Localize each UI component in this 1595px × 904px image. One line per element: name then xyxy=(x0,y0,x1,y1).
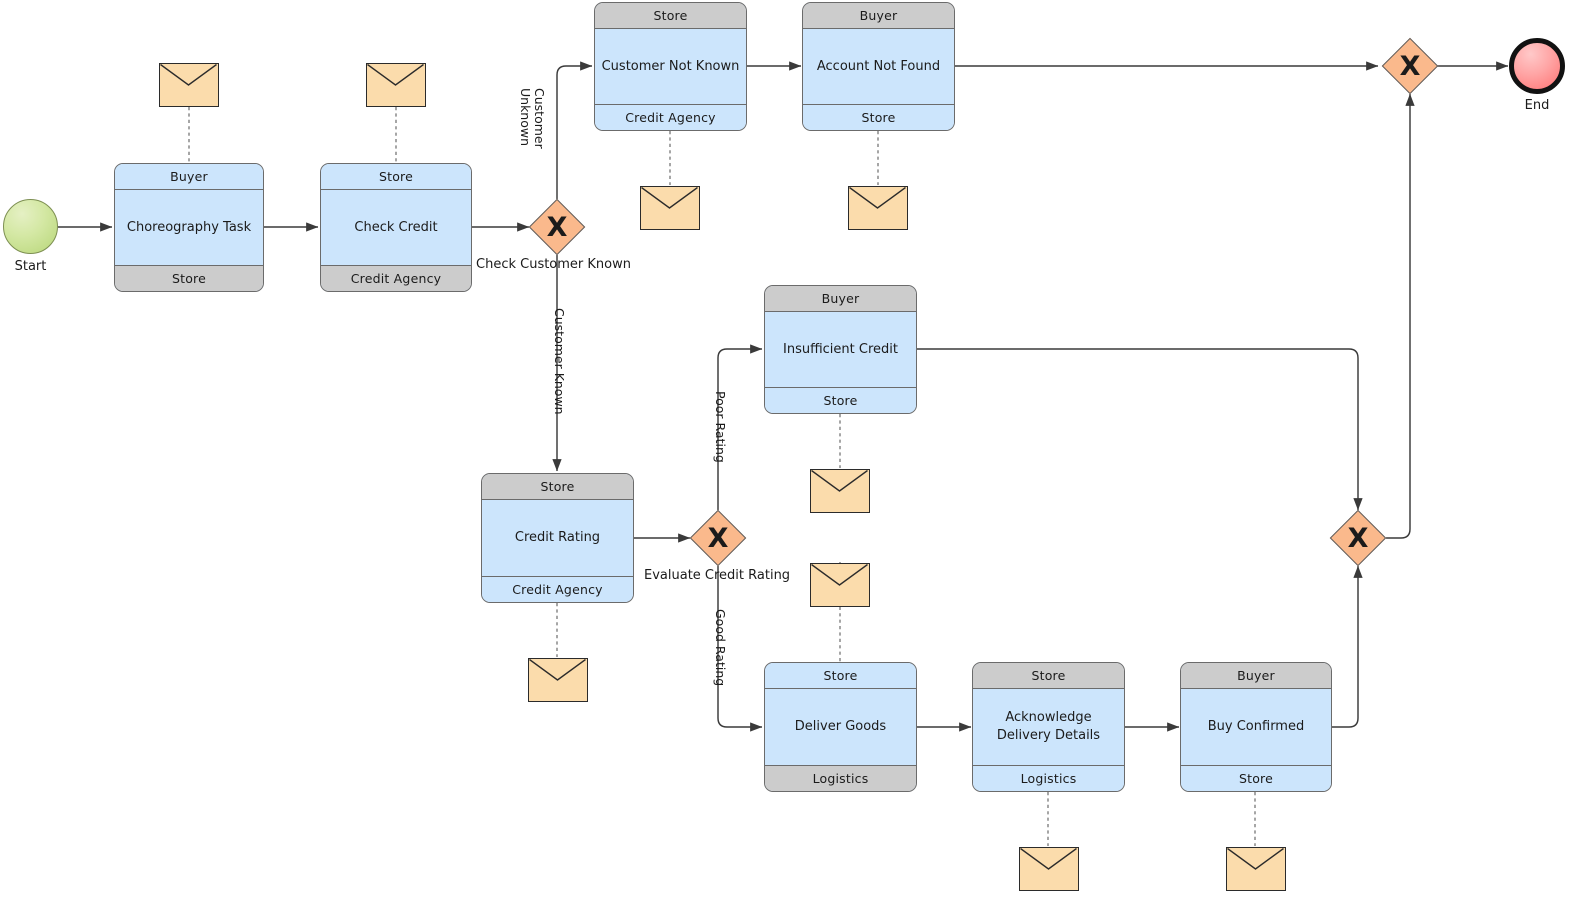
task-participant-band: Store xyxy=(765,387,916,413)
message-envelope-icon xyxy=(1019,847,1079,891)
task-name: Acknowledge Delivery Details xyxy=(973,689,1124,765)
task-initiator-band: Buyer xyxy=(115,164,263,190)
end-event-label: End xyxy=(1524,98,1550,113)
gateway-check-customer-known-label: Check Customer Known xyxy=(476,257,631,272)
flow-label-customer-known: Customer Known xyxy=(552,308,567,415)
task-initiator-band: Buyer xyxy=(1181,663,1331,689)
choreography-task-insufficient-credit[interactable]: Buyer Insufficient Credit Store xyxy=(764,285,917,414)
task-initiator-band: Store xyxy=(482,474,633,500)
message-envelope-icon xyxy=(848,186,908,230)
task-participant-band: Store xyxy=(803,104,954,130)
task-name: Buy Confirmed xyxy=(1181,689,1331,765)
choreography-task-check-credit[interactable]: Store Check Credit Credit Agency xyxy=(320,163,472,292)
gateway-merge-lower[interactable]: X xyxy=(1329,509,1387,567)
flow-label-good-rating: Good Rating xyxy=(713,609,728,687)
end-event[interactable] xyxy=(1509,38,1565,94)
task-initiator-band: Store xyxy=(973,663,1124,689)
message-envelope-icon xyxy=(810,563,870,607)
gateway-evaluate-credit-rating-label: Evaluate Credit Rating xyxy=(644,568,791,583)
choreography-task-customer-not-known[interactable]: Store Customer Not Known Credit Agency xyxy=(594,2,747,131)
choreography-task-buy-confirmed[interactable]: Buyer Buy Confirmed Store xyxy=(1180,662,1332,792)
start-event-label: Start xyxy=(14,259,47,274)
message-envelope-icon xyxy=(528,658,588,702)
message-envelope-icon xyxy=(159,63,219,107)
task-name: Check Credit xyxy=(321,190,471,265)
task-participant-band: Logistics xyxy=(973,765,1124,791)
gateway-merge-upper[interactable]: X xyxy=(1381,37,1439,95)
task-participant-band: Store xyxy=(115,265,263,291)
exclusive-gateway-x-icon: X xyxy=(1347,522,1369,554)
choreography-task-choreography-task[interactable]: Buyer Choreography Task Store xyxy=(114,163,264,292)
gateway-check-customer-known[interactable]: X xyxy=(528,198,586,256)
task-name: Account Not Found xyxy=(803,29,954,104)
task-initiator-band: Buyer xyxy=(803,3,954,29)
task-initiator-band: Buyer xyxy=(765,286,916,312)
choreography-task-deliver-goods[interactable]: Store Deliver Goods Logistics xyxy=(764,662,917,792)
exclusive-gateway-x-icon: X xyxy=(1399,50,1421,82)
choreography-task-acknowledge-delivery-details[interactable]: Store Acknowledge Delivery Details Logis… xyxy=(972,662,1125,792)
task-name: Choreography Task xyxy=(115,190,263,265)
task-initiator-band: Store xyxy=(321,164,471,190)
message-envelope-icon xyxy=(640,186,700,230)
task-participant-band: Credit Agency xyxy=(321,265,471,291)
task-name: Deliver Goods xyxy=(765,689,916,765)
message-envelope-icon xyxy=(810,469,870,513)
message-envelope-icon xyxy=(1226,847,1286,891)
task-initiator-band: Store xyxy=(595,3,746,29)
choreography-task-account-not-found[interactable]: Buyer Account Not Found Store xyxy=(802,2,955,131)
flow-label-poor-rating: Poor Rating xyxy=(713,391,728,463)
task-initiator-band: Store xyxy=(765,663,916,689)
gateway-evaluate-credit-rating[interactable]: X xyxy=(689,509,747,567)
message-envelope-icon xyxy=(366,63,426,107)
task-name: Customer Not Known xyxy=(595,29,746,104)
bpmn-choreography-canvas: Start End X Check Customer Known X Evalu… xyxy=(0,0,1595,904)
task-name: Insufficient Credit xyxy=(765,312,916,387)
exclusive-gateway-x-icon: X xyxy=(707,522,729,554)
task-participant-band: Credit Agency xyxy=(595,104,746,130)
task-participant-band: Logistics xyxy=(765,765,916,791)
task-participant-band: Credit Agency xyxy=(482,576,633,602)
choreography-task-credit-rating[interactable]: Store Credit Rating Credit Agency xyxy=(481,473,634,603)
start-event[interactable] xyxy=(3,199,58,254)
task-participant-band: Store xyxy=(1181,765,1331,791)
task-name: Credit Rating xyxy=(482,500,633,576)
flow-label-customer-unknown: Customer Unknown xyxy=(517,88,547,149)
exclusive-gateway-x-icon: X xyxy=(546,211,568,243)
